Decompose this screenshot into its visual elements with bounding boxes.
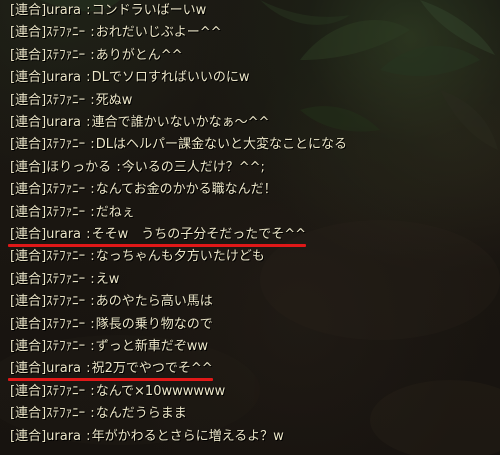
chat-message-text: なっちゃんも夕方いたけども: [95, 249, 265, 265]
chat-speaker-name: ｽﾃﾌｧﾆｰ: [46, 316, 86, 332]
chat-line: [連合]urara :年がかわるとさらに増えるよ？w: [10, 427, 284, 447]
chat-line: [連合]ほりっかる :今いるの三人だけ？^^;: [10, 158, 265, 178]
chat-message-text: 今いるの三人だけ？^^;: [121, 159, 265, 175]
chat-channel-tag: [連合]: [10, 92, 47, 108]
chat-line: [連合]ｽﾃﾌｧﾆｰ :DLはヘルパー課金ないと大変なことになる: [10, 135, 347, 155]
chat-message-text: ありがとん^^: [95, 47, 183, 63]
chat-message-text: 死ぬw: [95, 92, 133, 108]
chat-speaker-name: ｽﾃﾌｧﾆｰ: [46, 339, 86, 354]
chat-speaker-name: ｽﾃﾌｧﾆｰ: [46, 137, 86, 153]
chat-channel-tag: [連合]: [10, 137, 47, 153]
chat-message-text: 連合で誰かいないかなぁ～^^: [91, 115, 270, 130]
chat-line: [連合]ｽﾃﾌｧﾆｰ :なんてお金のかかる職なんだ！: [10, 180, 277, 200]
chat-speaker-name: ｽﾃﾌｧﾆｰ: [46, 92, 86, 108]
chat-line: [連合]ｽﾃﾌｧﾆｰ :ずっと新車だぞww: [10, 337, 208, 357]
chat-line: [連合]ｽﾃﾌｧﾆｰ :隊長の乗り物なので: [10, 315, 213, 335]
chat-message-text: コンドラいばーいw: [91, 3, 207, 18]
chat-line: [連合]urara :連合で誰かいないかなぁ～^^: [10, 113, 269, 133]
chat-line: [連合]urara :DLでソロすればいいのにw: [10, 68, 249, 88]
chat-channel-tag: [連合]: [10, 227, 47, 242]
chat-speaker-name: ｽﾃﾌｧﾆｰ: [46, 25, 86, 41]
chat-message-text: そそw うちの子分そだったでそ^^: [91, 227, 306, 242]
chat-line: [連合]urara :コンドラいばーいw: [10, 1, 206, 21]
chat-channel-tag: [連合]: [10, 3, 47, 18]
chat-line: [連合]ｽﾃﾌｧﾆｰ :死ぬw: [10, 91, 132, 111]
chat-speaker-name: ｽﾃﾌｧﾆｰ: [46, 271, 86, 287]
chat-message-text: なんだうらまま: [95, 406, 187, 422]
chat-channel-tag: [連合]: [10, 406, 47, 422]
chat-line: [連合]ｽﾃﾌｧﾆｰ :ありがとん^^: [10, 46, 182, 66]
chat-speaker-name: urara: [46, 428, 82, 444]
chat-speaker-name: ほりっかる: [46, 159, 112, 175]
chat-speaker-name: urara: [46, 361, 82, 377]
chat-channel-tag: [連合]: [10, 115, 47, 130]
chat-channel-tag: [連合]: [10, 294, 47, 310]
chat-channel-tag: [連合]: [10, 361, 47, 377]
chat-channel-tag: [連合]: [10, 383, 47, 399]
chat-channel-tag: [連合]: [10, 70, 47, 86]
chat-speaker-name: ｽﾃﾌｧﾆｰ: [46, 182, 86, 198]
chat-channel-tag: [連合]: [10, 339, 47, 354]
chat-message-text: あのやたら高い馬は: [95, 294, 213, 310]
chat-speaker-name: ｽﾃﾌｧﾆｰ: [46, 406, 86, 422]
chat-speaker-name: urara: [46, 3, 82, 18]
chat-message-text: おれだいじぶよー^^: [95, 25, 222, 41]
chat-channel-tag: [連合]: [10, 271, 47, 287]
chat-channel-tag: [連合]: [10, 182, 47, 198]
chat-message-text: 隊長の乗り物なので: [95, 316, 213, 332]
chat-channel-tag: [連合]: [10, 428, 47, 444]
chat-line: [連合]ｽﾃﾌｧﾆｰ :えw: [10, 270, 119, 290]
chat-message-text: えw: [95, 271, 120, 287]
chat-speaker-name: ｽﾃﾌｧﾆｰ: [46, 249, 86, 265]
chat-message-text: だねぇ: [95, 204, 135, 220]
chat-line: [連合]ｽﾃﾌｧﾆｰ :だねぇ: [10, 203, 135, 223]
chat-speaker-name: ｽﾃﾌｧﾆｰ: [46, 383, 86, 399]
chat-line: [連合]ｽﾃﾌｧﾆｰ :なんだうらまま: [10, 404, 187, 424]
chat-message-text: DLはヘルパー課金ないと大変なことになる: [95, 137, 347, 153]
chat-line: [連合]ｽﾃﾌｧﾆｰ :なんで×10wwwwww: [10, 382, 225, 402]
game-screen: [連合]urara :コンドラいばーいw [連合]ｽﾃﾌｧﾆｰ :おれだいじぶよー…: [0, 0, 500, 455]
chat-speaker-name: urara: [46, 227, 82, 242]
chat-speaker-name: ｽﾃﾌｧﾆｰ: [46, 47, 86, 63]
chat-message-text: 祝2万でやつでそ^^: [91, 361, 213, 377]
chat-channel-tag: [連合]: [10, 159, 47, 175]
chat-line: [連合]ｽﾃﾌｧﾆｰ :おれだいじぶよー^^: [10, 23, 221, 43]
chat-message-text: 年がかわるとさらに増えるよ？w: [91, 428, 284, 444]
chat-speaker-name: ｽﾃﾌｧﾆｰ: [46, 294, 86, 310]
chat-line: [連合]ｽﾃﾌｧﾆｰ :あのやたら高い馬は: [10, 292, 213, 312]
chat-line: [連合]urara :そそw うちの子分そだったでそ^^: [10, 225, 306, 245]
chat-speaker-name: ｽﾃﾌｧﾆｰ: [46, 204, 86, 220]
chat-message-text: なんで×10wwwwww: [95, 383, 226, 399]
chat-channel-tag: [連合]: [10, 249, 47, 265]
chat-line: [連合]ｽﾃﾌｧﾆｰ :なっちゃんも夕方いたけども: [10, 247, 265, 267]
chat-message-text: なんてお金のかかる職なんだ！: [95, 182, 277, 198]
chat-log: [連合]urara :コンドラいばーいw [連合]ｽﾃﾌｧﾆｰ :おれだいじぶよー…: [0, 0, 500, 455]
chat-channel-tag: [連合]: [10, 204, 47, 220]
chat-line: [連合]urara :祝2万でやつでそ^^: [10, 359, 213, 379]
chat-message-text: ずっと新車だぞww: [95, 339, 208, 354]
chat-speaker-name: urara: [46, 115, 82, 130]
chat-channel-tag: [連合]: [10, 25, 47, 41]
chat-speaker-name: urara: [46, 70, 82, 86]
chat-channel-tag: [連合]: [10, 47, 47, 63]
chat-message-text: DLでソロすればいいのにw: [91, 70, 250, 86]
chat-channel-tag: [連合]: [10, 316, 47, 332]
